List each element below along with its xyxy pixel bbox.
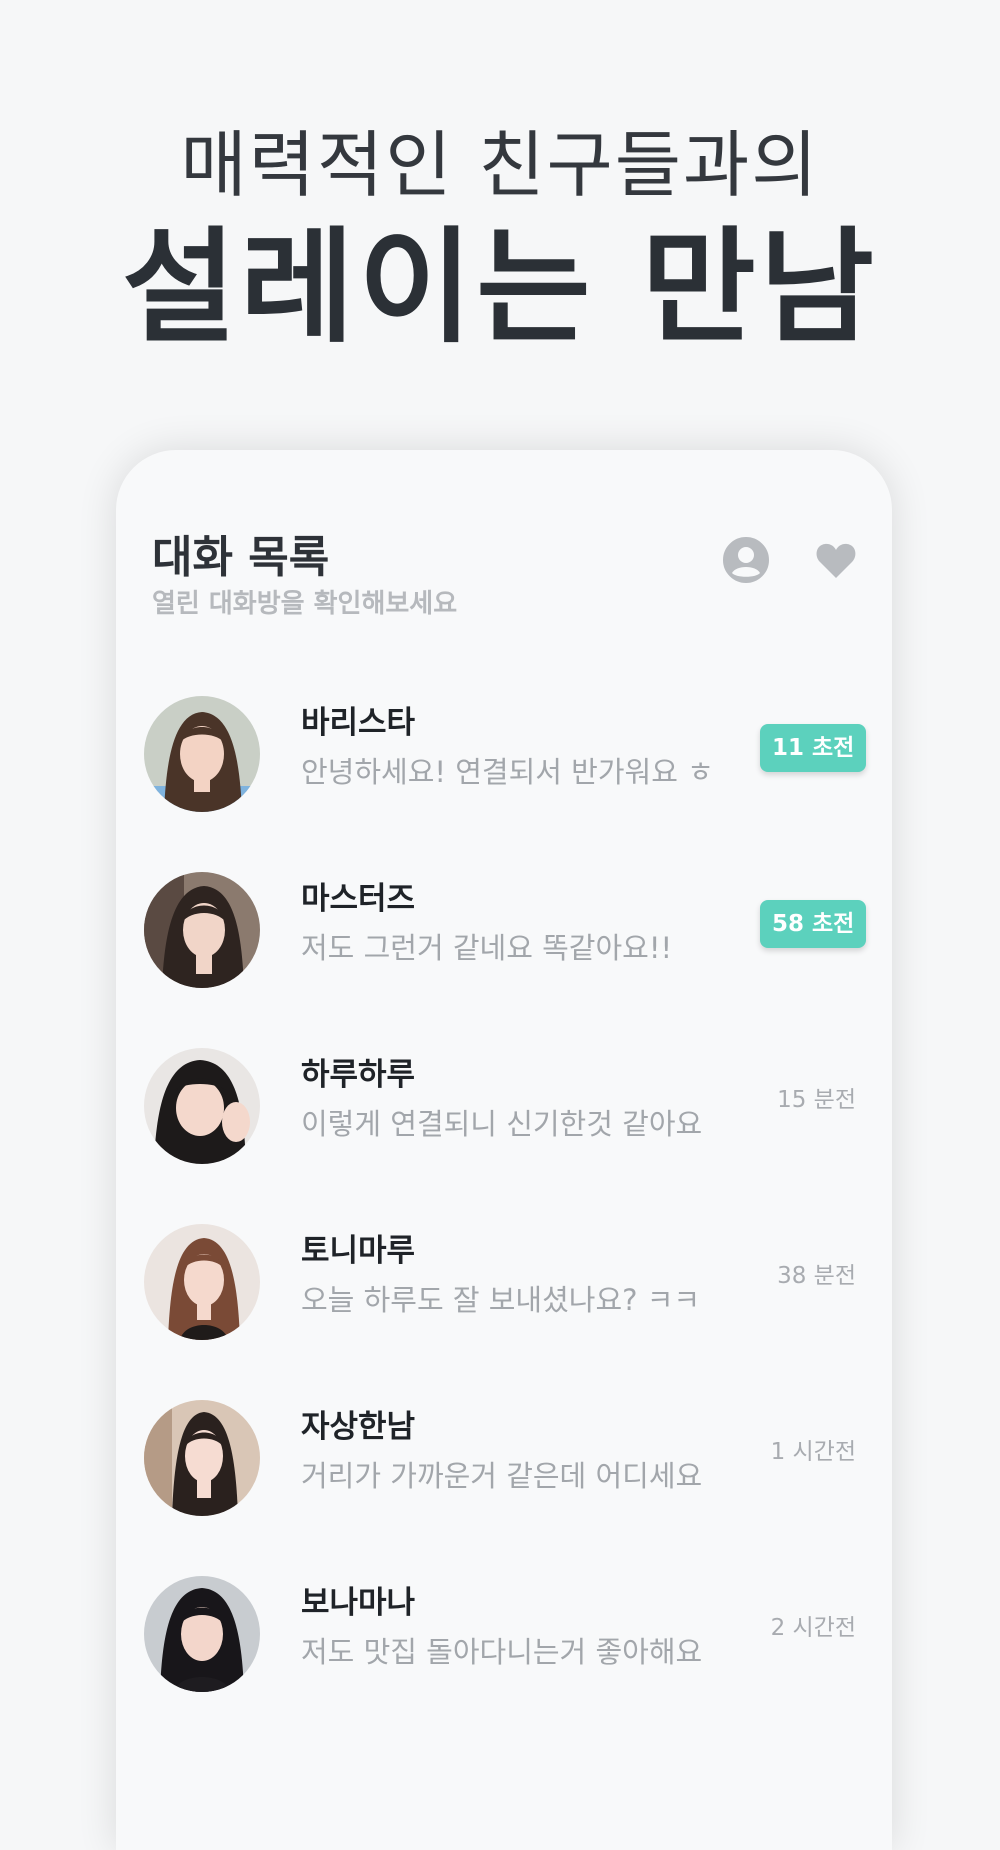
hero-title: 설레이는 만남 [122, 216, 878, 360]
chat-preview: 안녕하세요! 연결되서 반가워요 ㅎ [301, 755, 714, 789]
avatar [144, 1224, 260, 1340]
hero-subtitle: 매력적인 친구들과의 [180, 123, 820, 207]
chat-preview: 거리가 가까운거 같은데 어디세요 [301, 1459, 703, 1493]
chat-name: 마스터즈 [301, 881, 416, 917]
avatar [144, 1048, 260, 1164]
chat-preview: 저도 맛집 돌아다니는거 좋아해요 [301, 1635, 703, 1669]
chat-name: 하루하루 [301, 1057, 416, 1093]
chat-row[interactable]: 마스터즈 저도 그런거 같네요 똑같아요!! 58 초전 [116, 866, 892, 1026]
profile-icon[interactable] [722, 536, 770, 584]
time-badge: 11 초전 [760, 724, 867, 772]
avatar [144, 1576, 260, 1692]
timestamp: 2 시간전 [770, 1615, 856, 1641]
page-subtitle: 열린 대화방을 확인해보세요 [152, 589, 458, 619]
chat-preview: 오늘 하루도 잘 보내셨나요? ㅋㅋ [301, 1283, 701, 1317]
phone-screen: 대화 목록 열린 대화방을 확인해보세요 바리스타 안녕하세요! 연결되서 반가… [116, 450, 892, 1850]
chat-row[interactable]: 자상한남 거리가 가까운거 같은데 어디세요 1 시간전 [116, 1394, 892, 1554]
timestamp: 15 분전 [777, 1087, 856, 1113]
page-title: 대화 목록 [152, 532, 330, 583]
chat-name: 자상한남 [301, 1409, 416, 1445]
chat-row[interactable]: 바리스타 안녕하세요! 연결되서 반가워요 ㅎ 11 초전 [116, 690, 892, 850]
chat-preview: 저도 그런거 같네요 똑같아요!! [301, 931, 673, 965]
avatar [144, 696, 260, 812]
chat-preview: 이렇게 연결되니 신기한것 같아요 [301, 1107, 703, 1141]
chat-row[interactable]: 보나마나 저도 맛집 돌아다니는거 좋아해요 2 시간전 [116, 1570, 892, 1730]
chat-row[interactable]: 토니마루 오늘 하루도 잘 보내셨나요? ㅋㅋ 38 분전 [116, 1218, 892, 1378]
avatar [144, 872, 260, 988]
timestamp: 38 분전 [777, 1263, 856, 1289]
avatar [144, 1400, 260, 1516]
timestamp: 1 시간전 [770, 1439, 856, 1465]
chat-row[interactable]: 하루하루 이렇게 연결되니 신기한것 같아요 15 분전 [116, 1042, 892, 1202]
time-badge: 58 초전 [760, 900, 867, 948]
chat-name: 토니마루 [301, 1233, 416, 1269]
chat-name: 바리스타 [301, 705, 416, 741]
chat-name: 보나마나 [301, 1585, 416, 1621]
heart-icon[interactable] [812, 536, 860, 584]
